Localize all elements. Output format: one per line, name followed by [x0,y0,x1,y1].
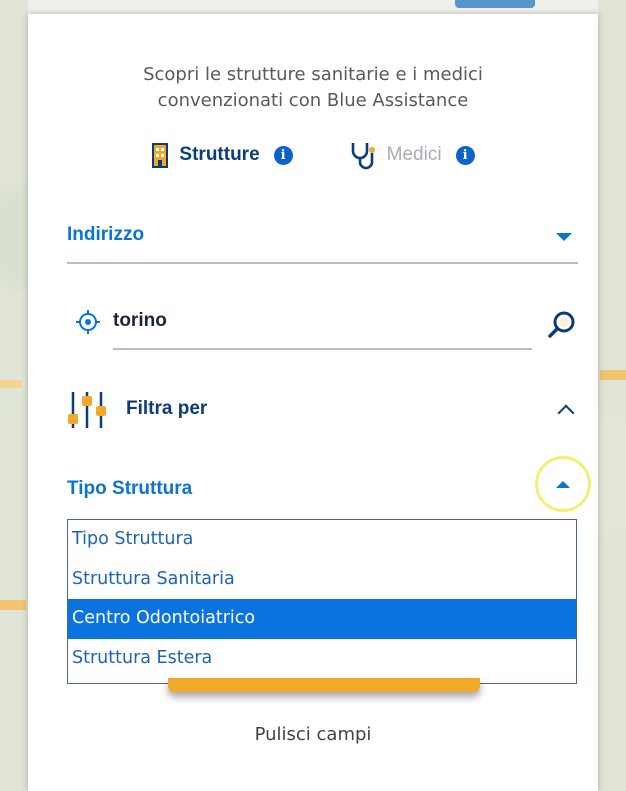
info-icon[interactable]: i [273,145,293,165]
structure-type-select[interactable]: Tipo Struttura [67,478,192,500]
chevron-up-icon[interactable] [557,404,575,422]
building-icon [152,143,169,168]
sliders-icon [68,392,106,428]
search-input[interactable]: torino [113,310,167,332]
filter-title[interactable]: Filtra per [126,398,207,420]
structure-type-dropdown[interactable]: Tipo Struttura Struttura Sanitaria Centr… [67,519,577,684]
tab-strutture[interactable]: Strutture i [151,141,293,169]
map-road [600,370,626,380]
search-underline [113,348,532,350]
intro-line-1: Scopri le strutture sanitarie e i medici [143,64,483,85]
address-underline [67,262,578,264]
chevron-down-icon[interactable] [556,233,572,241]
dropdown-option-highlighted[interactable]: Centro Odontoiatrico [68,599,576,639]
caret-up-icon[interactable] [556,481,570,488]
clear-fields-link[interactable]: Pulisci campi [28,724,598,745]
locate-icon[interactable] [74,308,102,336]
intro-line-2: convenzionati con Blue Assistance [157,90,469,111]
stethoscope-icon [351,143,375,170]
tab-strutture-label: Strutture [179,144,260,165]
search-button[interactable] [168,678,480,692]
search-panel: Scopri le strutture sanitarie e i medici… [28,14,598,791]
tab-bar: Strutture i Medici i [28,140,598,170]
dropdown-option[interactable]: Struttura Sanitaria [68,560,576,600]
dropdown-option[interactable]: Tipo Struttura [68,520,576,560]
info-icon[interactable]: i [455,145,475,165]
tab-medici[interactable]: Medici i [347,140,475,170]
tab-medici-label: Medici [386,144,442,165]
intro-text: Scopri le strutture sanitarie e i medici… [28,62,598,114]
map-road [0,600,26,610]
search-icon[interactable] [547,310,577,340]
address-select[interactable]: Indirizzo [67,224,144,246]
dropdown-option[interactable]: Struttura Estera [68,639,576,679]
map-marker [455,0,535,8]
map-road [0,380,22,388]
